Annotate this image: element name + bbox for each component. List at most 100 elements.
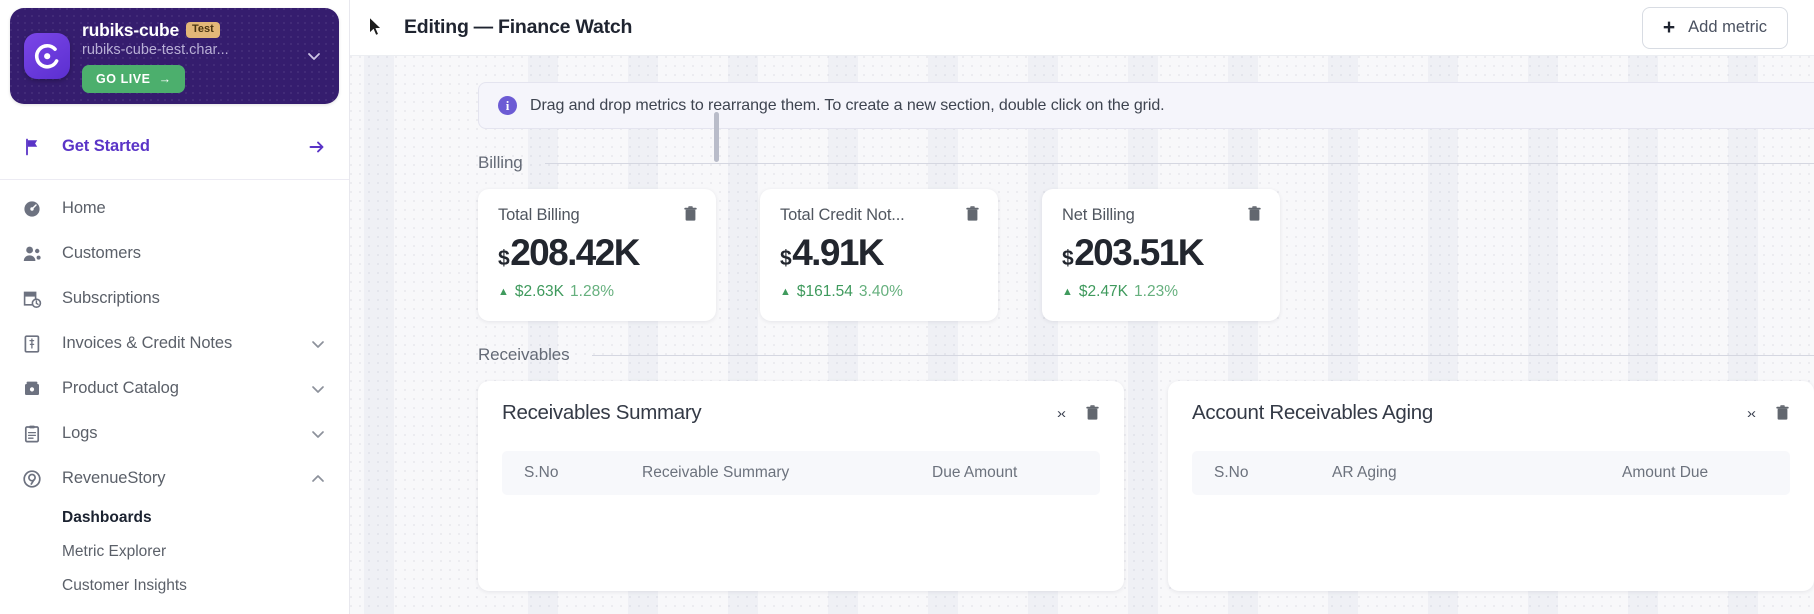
section-header-billing: Billing [478, 153, 1814, 173]
sidebar-item-home[interactable]: Home [0, 186, 349, 231]
title-separator: — [473, 16, 494, 38]
metric-card-header: Net Billing [1062, 206, 1262, 225]
info-icon: i [498, 96, 517, 115]
sidebar-item-customers[interactable]: Customers [0, 231, 349, 276]
trash-icon[interactable] [1247, 206, 1262, 222]
table-header-row: S.No AR Aging Amount Due [1192, 451, 1790, 495]
chevron-down-icon[interactable] [305, 47, 323, 65]
chevron-down-icon[interactable] [309, 380, 327, 398]
column-header: Due Amount [932, 464, 1018, 481]
sidebar-item-label: Customers [62, 244, 141, 262]
dashboard-name: Finance Watch [497, 16, 633, 38]
column-header: S.No [524, 464, 559, 481]
trash-icon[interactable] [1775, 405, 1790, 421]
sidebar-item-subscriptions[interactable]: Subscriptions [0, 276, 349, 321]
arrow-right-icon [307, 137, 327, 157]
chevron-up-icon[interactable] [309, 470, 327, 488]
receivables-panels-row: Receivables Summary ›‹ S.No Receivable S… [478, 381, 1814, 591]
metric-value: 203.51K [1074, 232, 1204, 273]
box-icon [22, 379, 48, 399]
page-title: Editing — Finance Watch [404, 16, 632, 39]
metric-card-delta: ▲ $2.63K 1.28% [498, 283, 698, 301]
dashboard-canvas[interactable]: i Drag and drop metrics to rearrange the… [350, 56, 1814, 614]
chevron-down-icon[interactable] [309, 335, 327, 353]
trend-up-icon: ▲ [1062, 285, 1073, 298]
panel-receivables-summary[interactable]: Receivables Summary ›‹ S.No Receivable S… [478, 381, 1124, 591]
metric-card-title: Total Credit Not... [780, 206, 905, 224]
delta-percent: 3.40% [858, 283, 903, 300]
sidebar-item-product-catalog[interactable]: Product Catalog [0, 366, 349, 411]
panel-tools: ›‹ [1057, 405, 1100, 421]
chevron-down-icon[interactable] [309, 425, 327, 443]
sidebar-item-revenuestory[interactable]: RevenueStory [0, 456, 349, 501]
metric-card-title: Net Billing [1062, 206, 1135, 224]
collapse-icon[interactable]: ›‹ [1057, 406, 1066, 421]
section-title: Receivables [478, 345, 570, 364]
metric-card[interactable]: Total Billing $ 208.42K ▲ $2.63K 1.28% [478, 189, 716, 321]
flag-icon [22, 137, 48, 157]
workspace-env-badge: Test [186, 21, 220, 39]
metric-card-value: $ 203.51K [1062, 232, 1262, 274]
info-banner-text: Drag and drop metrics to rearrange them.… [530, 96, 1165, 114]
metric-card[interactable]: Net Billing $ 203.51K ▲ $2.47K 1.23% [1042, 189, 1280, 321]
currency-symbol: $ [780, 247, 792, 270]
metric-card-value: $ 4.91K [780, 232, 980, 274]
trash-icon[interactable] [683, 206, 698, 222]
currency-symbol: $ [1062, 247, 1074, 270]
trend-up-icon: ▲ [498, 285, 509, 298]
chargebee-logo-icon [24, 33, 70, 79]
delta-value: $161.54 [796, 283, 853, 300]
clipboard-icon [22, 424, 48, 444]
arrow-right-icon: → [158, 71, 172, 86]
metric-card-title: Total Billing [498, 206, 580, 224]
currency-symbol: $ [498, 247, 510, 270]
sidebar-item-label: Logs [62, 424, 98, 442]
speedometer-icon [22, 199, 48, 219]
go-live-button[interactable]: GO LIVE → [82, 64, 185, 93]
metric-value: 208.42K [510, 232, 640, 273]
app-root: rubiks-cube Test rubiks-cube-test.char..… [0, 0, 1814, 614]
mouse-cursor-icon [368, 16, 384, 38]
sidebar-item-logs[interactable]: Logs [0, 411, 349, 456]
metric-card-value: $ 208.42K [498, 232, 698, 274]
panel-header: Receivables Summary ›‹ [502, 401, 1100, 425]
trash-icon[interactable] [1085, 405, 1100, 421]
canvas-scrollbar[interactable] [714, 56, 720, 614]
sidebar-item-invoices-credit-notes[interactable]: Invoices & Credit Notes [0, 321, 349, 366]
metric-card-delta: ▲ $161.54 3.40% [780, 283, 980, 301]
sidebar: rubiks-cube Test rubiks-cube-test.char..… [0, 0, 350, 614]
workspace-card[interactable]: rubiks-cube Test rubiks-cube-test.char..… [10, 8, 339, 104]
sidebar-item-label: Invoices & Credit Notes [62, 334, 233, 352]
panel-account-receivables-aging[interactable]: Account Receivables Aging ›‹ S.No AR Agi… [1168, 381, 1814, 591]
section-header-receivables: Receivables [478, 345, 1814, 365]
column-header: Receivable Summary [642, 464, 790, 481]
section-title: Billing [478, 153, 523, 172]
add-metric-button[interactable]: + Add metric [1641, 6, 1788, 49]
sidebar-item-get-started[interactable]: Get Started [0, 124, 349, 169]
main-area: Editing — Finance Watch + Add metric i Dra… [350, 0, 1814, 614]
go-live-label: GO LIVE [96, 71, 151, 86]
section-divider [544, 162, 1814, 164]
add-metric-label: Add metric [1688, 18, 1767, 36]
trash-icon[interactable] [965, 206, 980, 222]
table-header-row: S.No Receivable Summary Due Amount [502, 451, 1100, 495]
section-divider [591, 354, 1814, 356]
plus-icon: + [1662, 16, 1676, 39]
panel-title: Receivables Summary [502, 401, 702, 424]
panel-header: Account Receivables Aging ›‹ [1192, 401, 1790, 425]
top-header: Editing — Finance Watch + Add metric [350, 0, 1814, 56]
metric-card[interactable]: Total Credit Not... $ 4.91K ▲ $161.54 3.… [760, 189, 998, 321]
collapse-icon[interactable]: ›‹ [1747, 406, 1756, 421]
sidebar-item-label: Subscriptions [62, 289, 160, 307]
sidebar-item-label: Get Started [62, 137, 150, 155]
canvas-scrollbar-thumb[interactable] [714, 112, 719, 162]
sidebar-item-label: Product Catalog [62, 379, 179, 397]
delta-percent: 1.23% [1134, 283, 1178, 300]
sidebar-subitem-dashboards[interactable]: Dashboards [0, 501, 349, 535]
workspace-domain: rubiks-cube-test.char... [82, 41, 229, 58]
metric-value: 4.91K [792, 232, 884, 273]
metric-card-header: Total Billing [498, 206, 698, 225]
sidebar-subitem-customer-insights[interactable]: Customer Insights [0, 569, 349, 603]
edit-mode-label: Editing [404, 16, 469, 38]
sidebar-subitem-metric-explorer[interactable]: Metric Explorer [0, 535, 349, 569]
